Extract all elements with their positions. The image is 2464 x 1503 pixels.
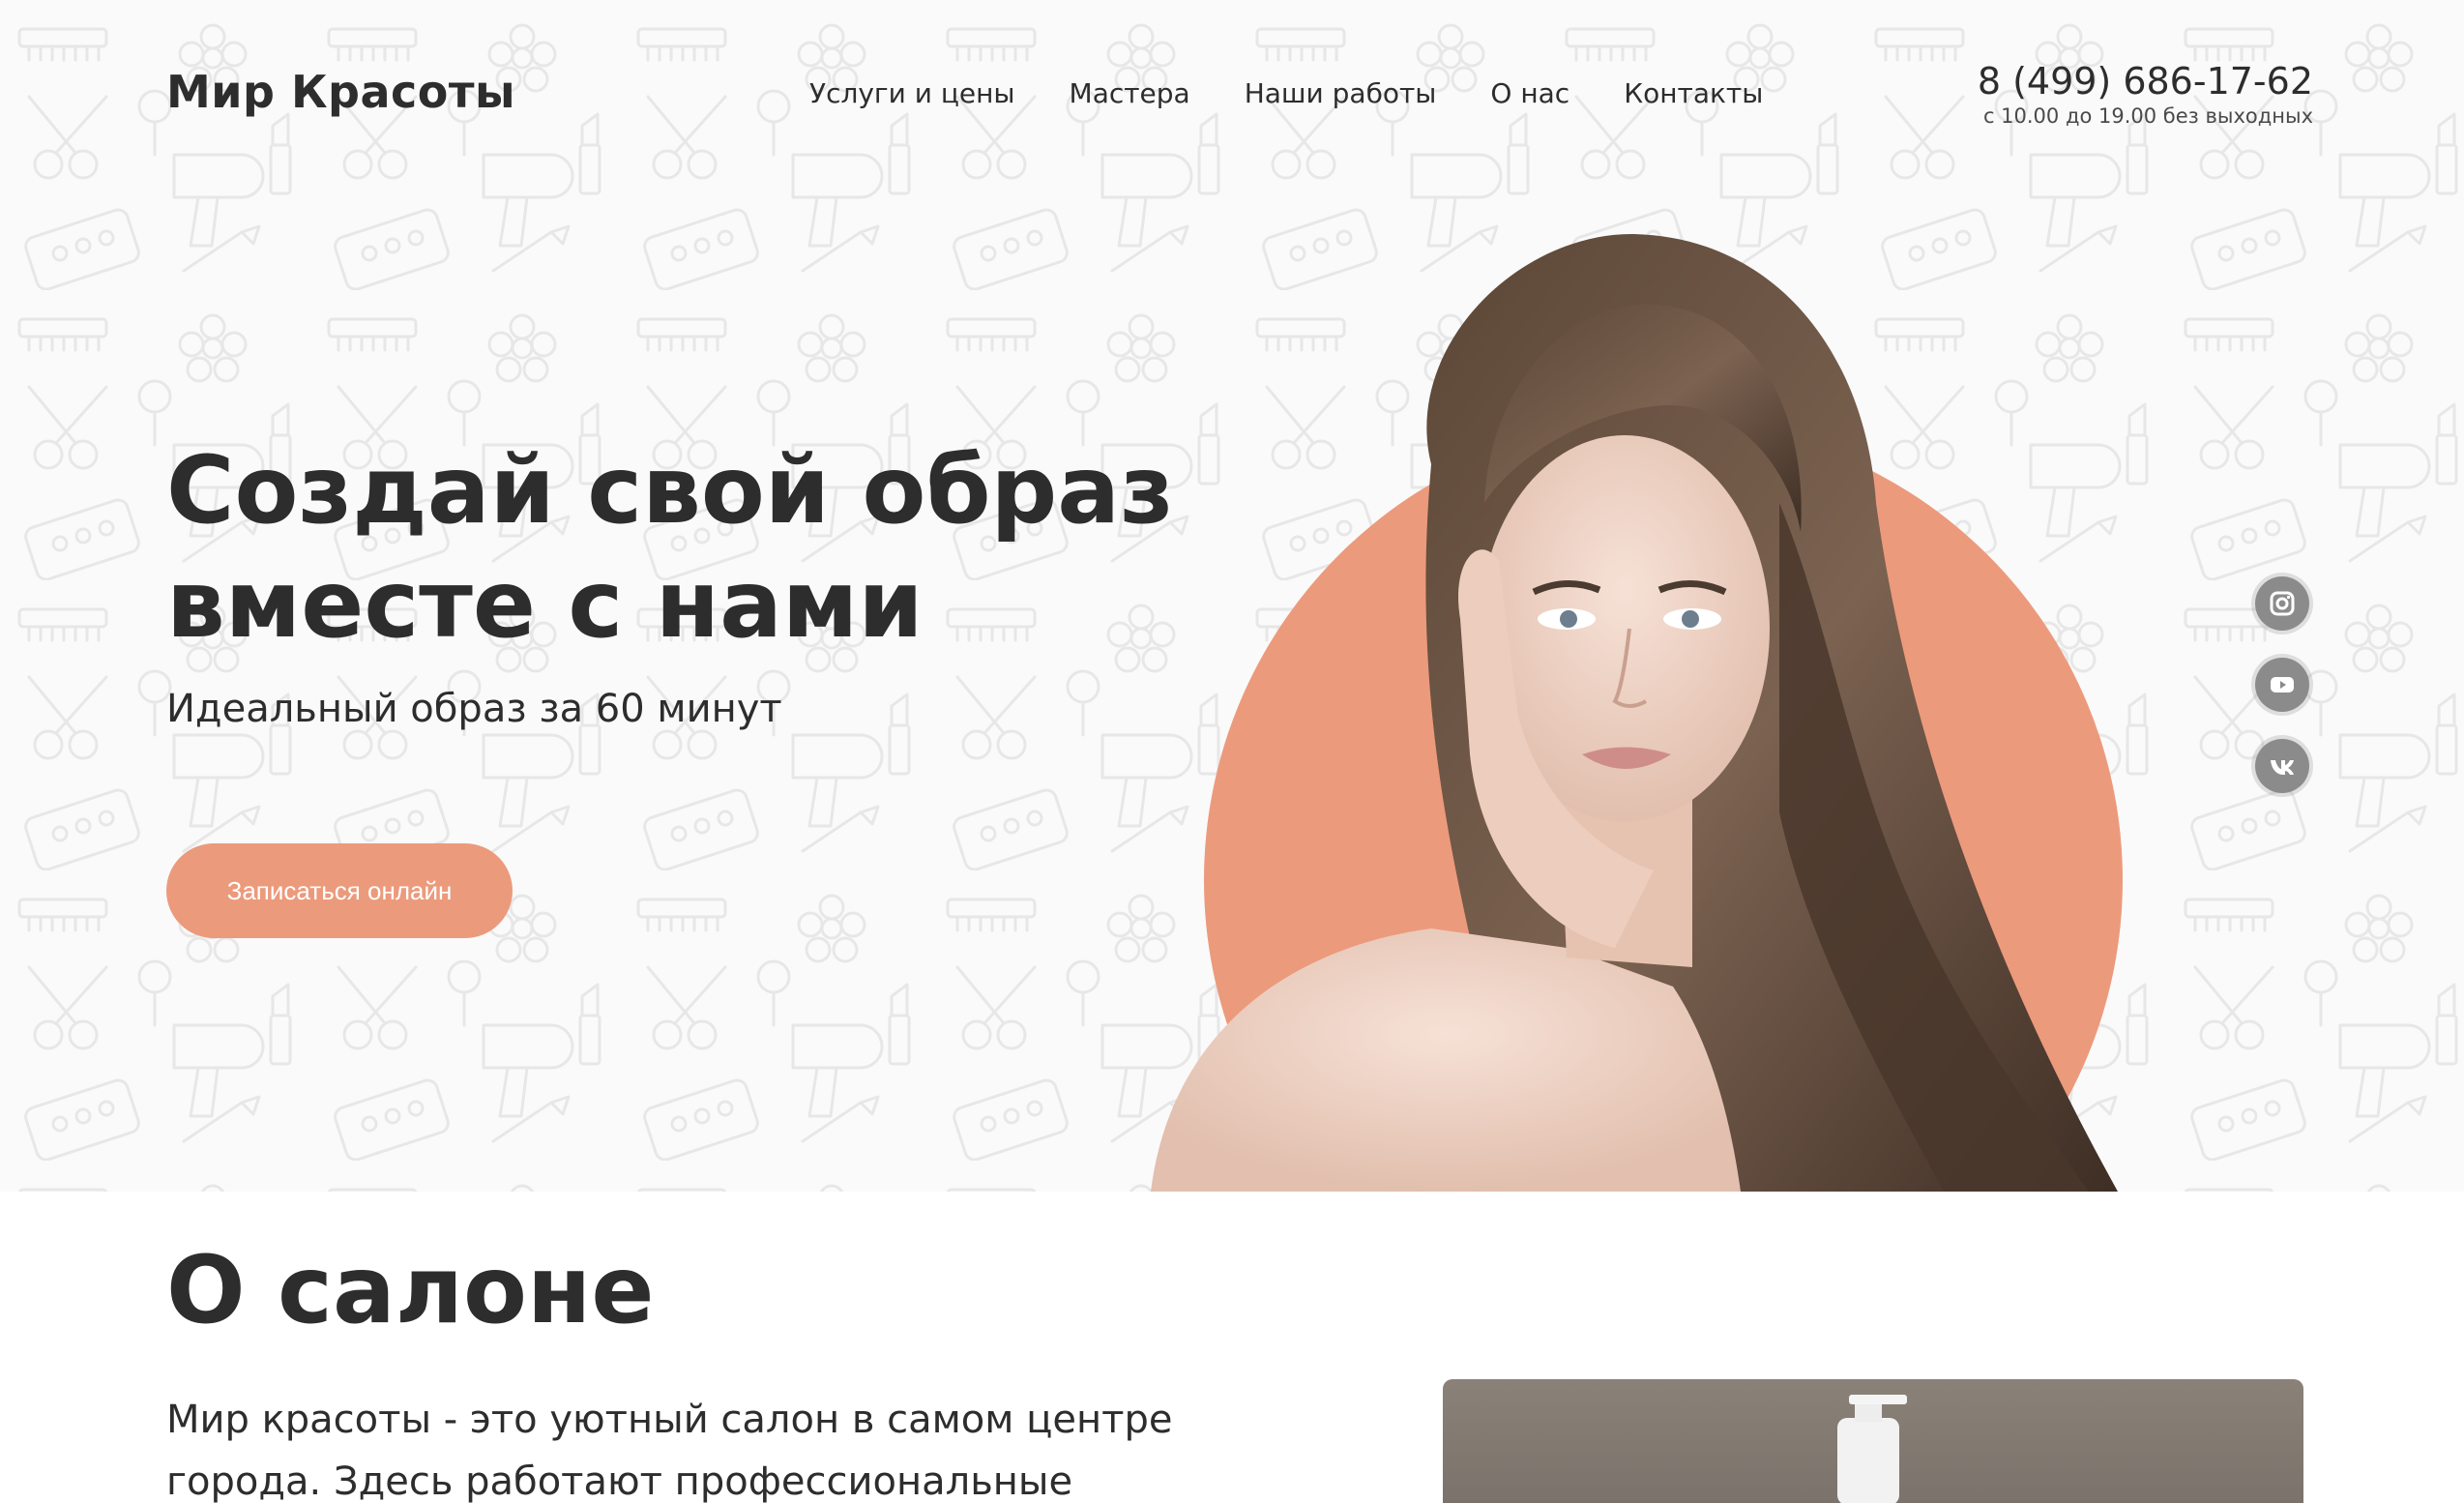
nav-item-works[interactable]: Наши работы [1245, 77, 1437, 109]
social-links [2255, 576, 2309, 793]
hero-subheadline: Идеальный образ за 60 минут [166, 687, 782, 731]
vk-icon [2271, 760, 2294, 775]
phone-number[interactable]: 8 (499) 686-17-62 [1978, 60, 2313, 103]
instagram-icon [2270, 591, 2295, 616]
vk-link[interactable] [2255, 739, 2309, 793]
nav-item-contacts[interactable]: Контакты [1624, 77, 1763, 109]
youtube-link[interactable] [2255, 658, 2309, 712]
cosmetic-bottle-image [1837, 1395, 1907, 1503]
working-hours: с 10.00 до 19.00 без выходных [1982, 104, 2313, 128]
hero-section: Мир Красоты Услуги и цены Мастера Наши р… [0, 0, 2464, 1192]
nav-item-masters[interactable]: Мастера [1070, 77, 1190, 109]
book-online-button[interactable]: Записаться онлайн [166, 843, 513, 938]
about-title: О салоне [166, 1236, 655, 1344]
nav-item-about[interactable]: О нас [1490, 77, 1569, 109]
header-contacts: 8 (499) 686-17-62 с 10.00 до 19.00 без в… [1978, 60, 2313, 128]
hero-model-image [1151, 233, 2123, 1192]
youtube-icon [2271, 677, 2294, 693]
main-nav: Услуги и цены Мастера Наши работы О нас … [809, 77, 1817, 109]
site-logo[interactable]: Мир Красоты [166, 66, 515, 118]
about-salon-photo [1443, 1379, 2303, 1503]
hero-headline: Создай свой образ вместе с нами [166, 436, 1174, 659]
nav-item-services[interactable]: Услуги и цены [809, 77, 1015, 109]
instagram-link[interactable] [2255, 576, 2309, 631]
about-text: Мир красоты - это уютный салон в самом ц… [166, 1398, 1173, 1503]
